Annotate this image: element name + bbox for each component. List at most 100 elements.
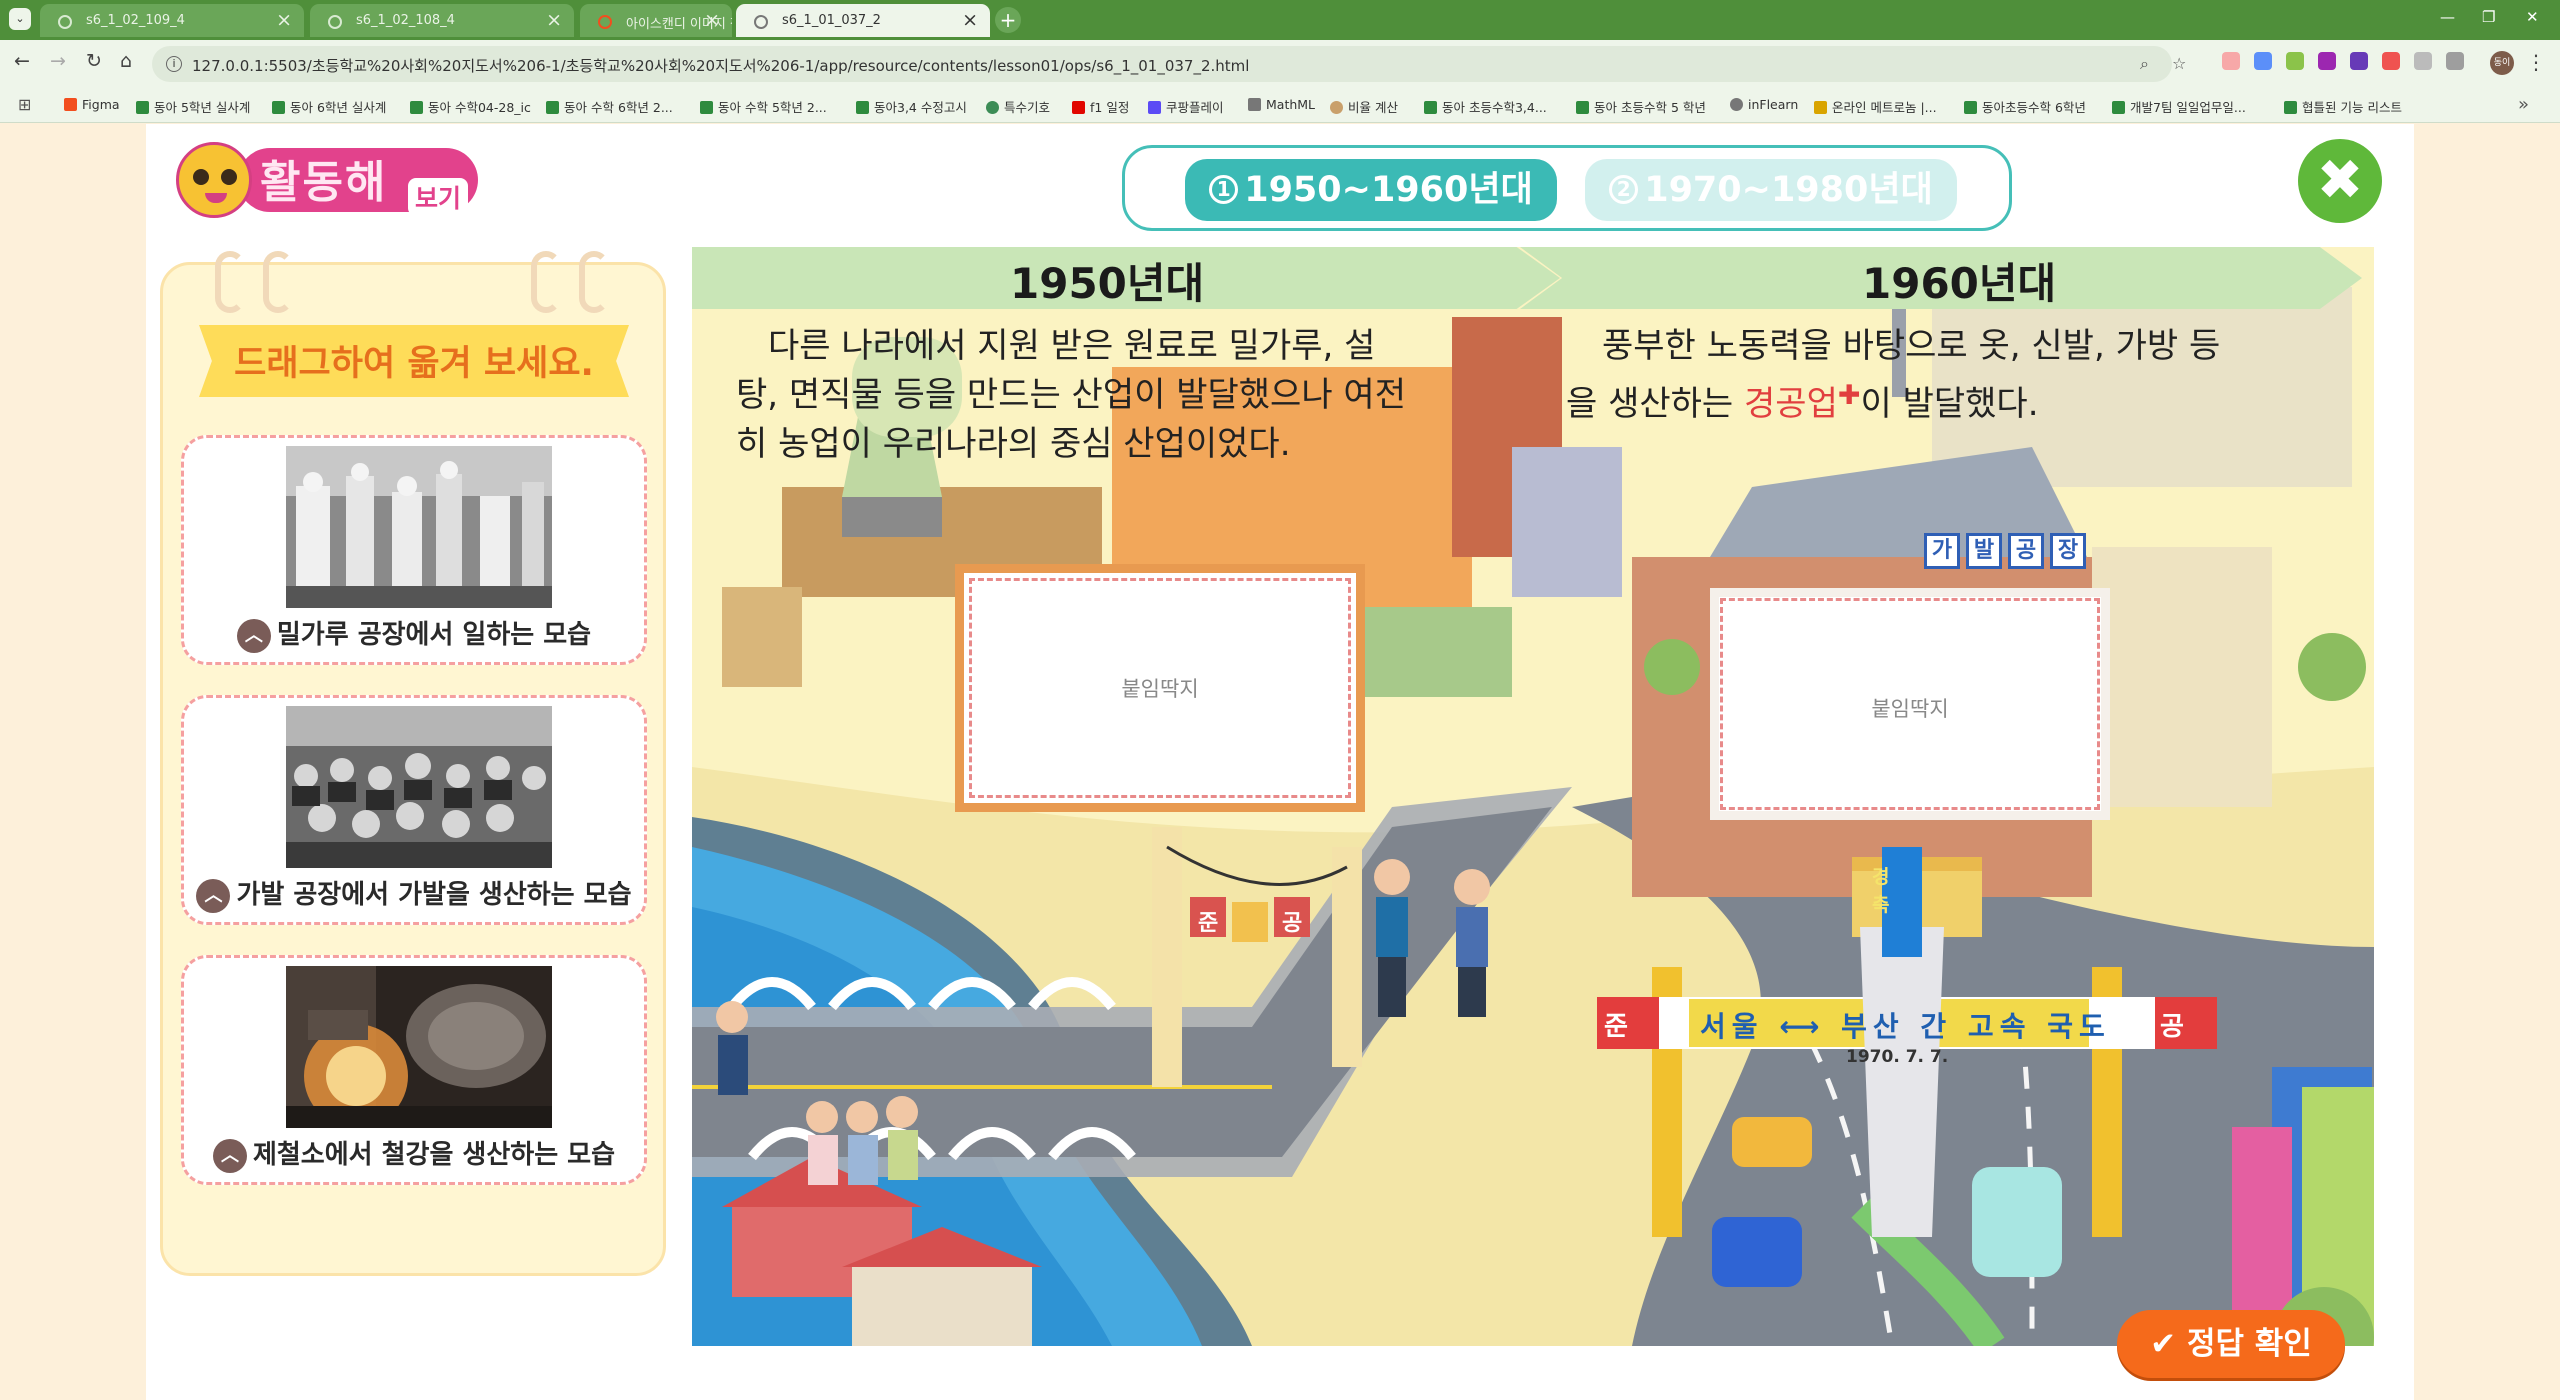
extension-icon[interactable]	[2350, 52, 2368, 70]
bookmark-item[interactable]: 특수기호	[986, 97, 1050, 116]
tab-1950-1960[interactable]: 1 1950~1960년대	[1185, 159, 1557, 221]
bookmark-item[interactable]: 동아 초등수학 5 학년	[1576, 97, 1706, 116]
card-caption: ︿ 제철소에서 철강을 생산하는 모습	[184, 1134, 644, 1173]
browser-tab[interactable]: s6_1_02_108_4 ×	[310, 4, 574, 37]
chevron-up-icon: ︿	[236, 619, 271, 653]
inflearn-icon	[1730, 98, 1743, 111]
binder-ring-icon	[263, 251, 293, 313]
bookmark-label: 동아 초등수학3,4...	[1442, 100, 1547, 115]
bookmark-item[interactable]: 온라인 메트로놈 |...	[1814, 97, 1937, 116]
close-tab-icon[interactable]: ×	[704, 9, 720, 31]
bookmark-item[interactable]: 동아 5학년 실사계	[136, 97, 250, 116]
browser-tab[interactable]: 아이스캔디 이미지 작업 – Figma×	[580, 4, 732, 37]
metronome-icon	[1814, 101, 1827, 114]
play-icon	[1148, 101, 1161, 114]
reload-icon[interactable]: ↻	[86, 50, 102, 72]
site-info-icon[interactable]: i	[166, 56, 182, 72]
extension-icon[interactable]	[2414, 52, 2432, 70]
close-tab-icon[interactable]: ×	[276, 9, 292, 31]
era-tab-group: 1 1950~1960년대 2 1970~1980년대	[1122, 145, 2012, 231]
bookmark-item[interactable]: 동아 6학년 실사계	[272, 97, 386, 116]
mascot-icon	[176, 142, 252, 218]
bookmark-star-icon[interactable]: ☆	[2172, 54, 2186, 73]
sheet-icon	[1576, 101, 1589, 114]
drag-card-flour-factory[interactable]: ︿ 밀가루 공장에서 일하는 모습	[181, 435, 647, 665]
tab-title: s6_1_02_109_4	[86, 13, 185, 28]
tab-search-button[interactable]: ⌄	[9, 8, 31, 30]
check-answer-button[interactable]: ✔ 정답 확인	[2117, 1310, 2345, 1378]
zoom-icon[interactable]: ⌕	[2140, 54, 2149, 74]
bookmark-item[interactable]: Figma	[64, 97, 120, 112]
highway-date: 1970. 7. 7.	[1846, 1047, 1949, 1067]
steel-mill-photo	[286, 966, 552, 1128]
extension-icon[interactable]	[2286, 52, 2304, 70]
tab-number: 2	[1609, 175, 1639, 204]
figma-icon	[64, 98, 77, 111]
bookmark-label: inFlearn	[1748, 97, 1799, 112]
globe-icon	[754, 15, 768, 29]
profile-avatar[interactable]: 동이	[2490, 51, 2514, 75]
glossary-star-icon[interactable]: ✚	[1838, 380, 1861, 411]
bookmark-item[interactable]: f1 일정	[1072, 97, 1129, 116]
era-1960-title: 1960년대	[1862, 259, 2057, 308]
extensions-puzzle-icon[interactable]	[2446, 52, 2464, 70]
bookmark-item[interactable]: MathML	[1248, 97, 1315, 112]
sheet-icon	[700, 101, 713, 114]
chevron-up-icon: ︿	[196, 879, 231, 913]
drag-card-wig-factory[interactable]: ︿ 가발 공장에서 가발을 생산하는 모습	[181, 695, 647, 925]
sign-char: 공	[2008, 533, 2044, 569]
bookmark-item[interactable]: 비율 계산	[1330, 97, 1398, 116]
bookmark-item[interactable]: 동아 수학04-28_ic	[410, 97, 531, 116]
globe-icon	[328, 15, 342, 29]
bookmark-item[interactable]: 개발7팀 일일업무일...	[2112, 97, 2246, 116]
back-icon[interactable]: ←	[14, 50, 30, 72]
restore-icon[interactable]: ❐	[2482, 8, 2495, 26]
sticker-dropzone-1950[interactable]: 붙임딱지	[969, 578, 1351, 798]
sheet-icon	[2112, 101, 2125, 114]
drag-card-steel-mill[interactable]: ︿ 제철소에서 철강을 생산하는 모습	[181, 955, 647, 1185]
close-tab-icon[interactable]: ×	[546, 9, 562, 31]
sheet-icon	[546, 101, 559, 114]
browser-tab-active[interactable]: s6_1_01_037_2 ×	[736, 4, 990, 37]
new-tab-button[interactable]: +	[995, 7, 1021, 33]
forward-icon[interactable]: →	[50, 50, 66, 72]
browser-toolbar: ← → ↻ ⌂ i 127.0.0.1:5503/초등학교%20사회%20지도서…	[0, 40, 2560, 87]
bookmark-label: f1 일정	[1090, 100, 1130, 115]
card-caption: ︿ 가발 공장에서 가발을 생산하는 모습	[184, 874, 644, 913]
close-button[interactable]: ✖	[2298, 139, 2382, 223]
sheet-icon	[2284, 101, 2297, 114]
extension-icon[interactable]	[2382, 52, 2400, 70]
menu-icon[interactable]: ⋮	[2526, 50, 2546, 74]
extension-icon[interactable]	[2318, 52, 2336, 70]
tower-sign-char: 경	[1872, 866, 1890, 888]
home-icon[interactable]: ⌂	[120, 50, 132, 72]
light-industry-term[interactable]: 경공업	[1744, 384, 1838, 424]
bookmark-item[interactable]: 동아 초등수학3,4...	[1424, 97, 1547, 116]
era-1950-title: 1950년대	[1010, 259, 1205, 308]
logo-title: 활동해	[260, 157, 388, 208]
bridge-banner-char: 공	[1282, 911, 1303, 936]
bookmark-item[interactable]: inFlearn	[1730, 97, 1798, 112]
address-bar[interactable]: i 127.0.0.1:5503/초등학교%20사회%20지도서%206-1/초…	[152, 46, 2172, 82]
desc-text: 을 생산하는	[1566, 384, 1745, 424]
browser-tab[interactable]: s6_1_02_109_4 ×	[40, 4, 304, 37]
more-bookmarks-icon[interactable]: »	[2518, 94, 2529, 115]
close-window-icon[interactable]: ✕	[2526, 8, 2539, 26]
minimize-icon[interactable]: —	[2440, 8, 2455, 26]
bookmark-item[interactable]: 동아3,4 수정고시	[856, 97, 967, 116]
instruction-text: 드래그하여 옮겨 보세요.	[234, 344, 594, 384]
bookmark-item[interactable]: 협틀된 기능 리스트	[2284, 97, 2402, 116]
bridge-banner-char: 준	[1198, 911, 1219, 936]
sticker-dropzone-1960[interactable]: 붙임딱지	[1720, 598, 2100, 810]
bookmark-label: 동아 수학04-28_ic	[428, 100, 531, 115]
bookmark-item[interactable]: 동아초등수학 6학년	[1964, 97, 2086, 116]
bookmark-label: 동아3,4 수정고시	[874, 100, 967, 115]
bookmark-item[interactable]: 쿠팡플레이	[1148, 97, 1224, 116]
bookmark-item[interactable]: 동아 수학 6학년 2...	[546, 97, 673, 116]
apps-grid-icon[interactable]: ⊞	[18, 95, 31, 114]
tab-1970-1980[interactable]: 2 1970~1980년대	[1585, 159, 1957, 221]
close-tab-icon[interactable]: ×	[962, 9, 978, 31]
extension-icon[interactable]	[2254, 52, 2272, 70]
extension-icon[interactable]	[2222, 52, 2240, 70]
bookmark-item[interactable]: 동아 수학 5학년 2...	[700, 97, 827, 116]
